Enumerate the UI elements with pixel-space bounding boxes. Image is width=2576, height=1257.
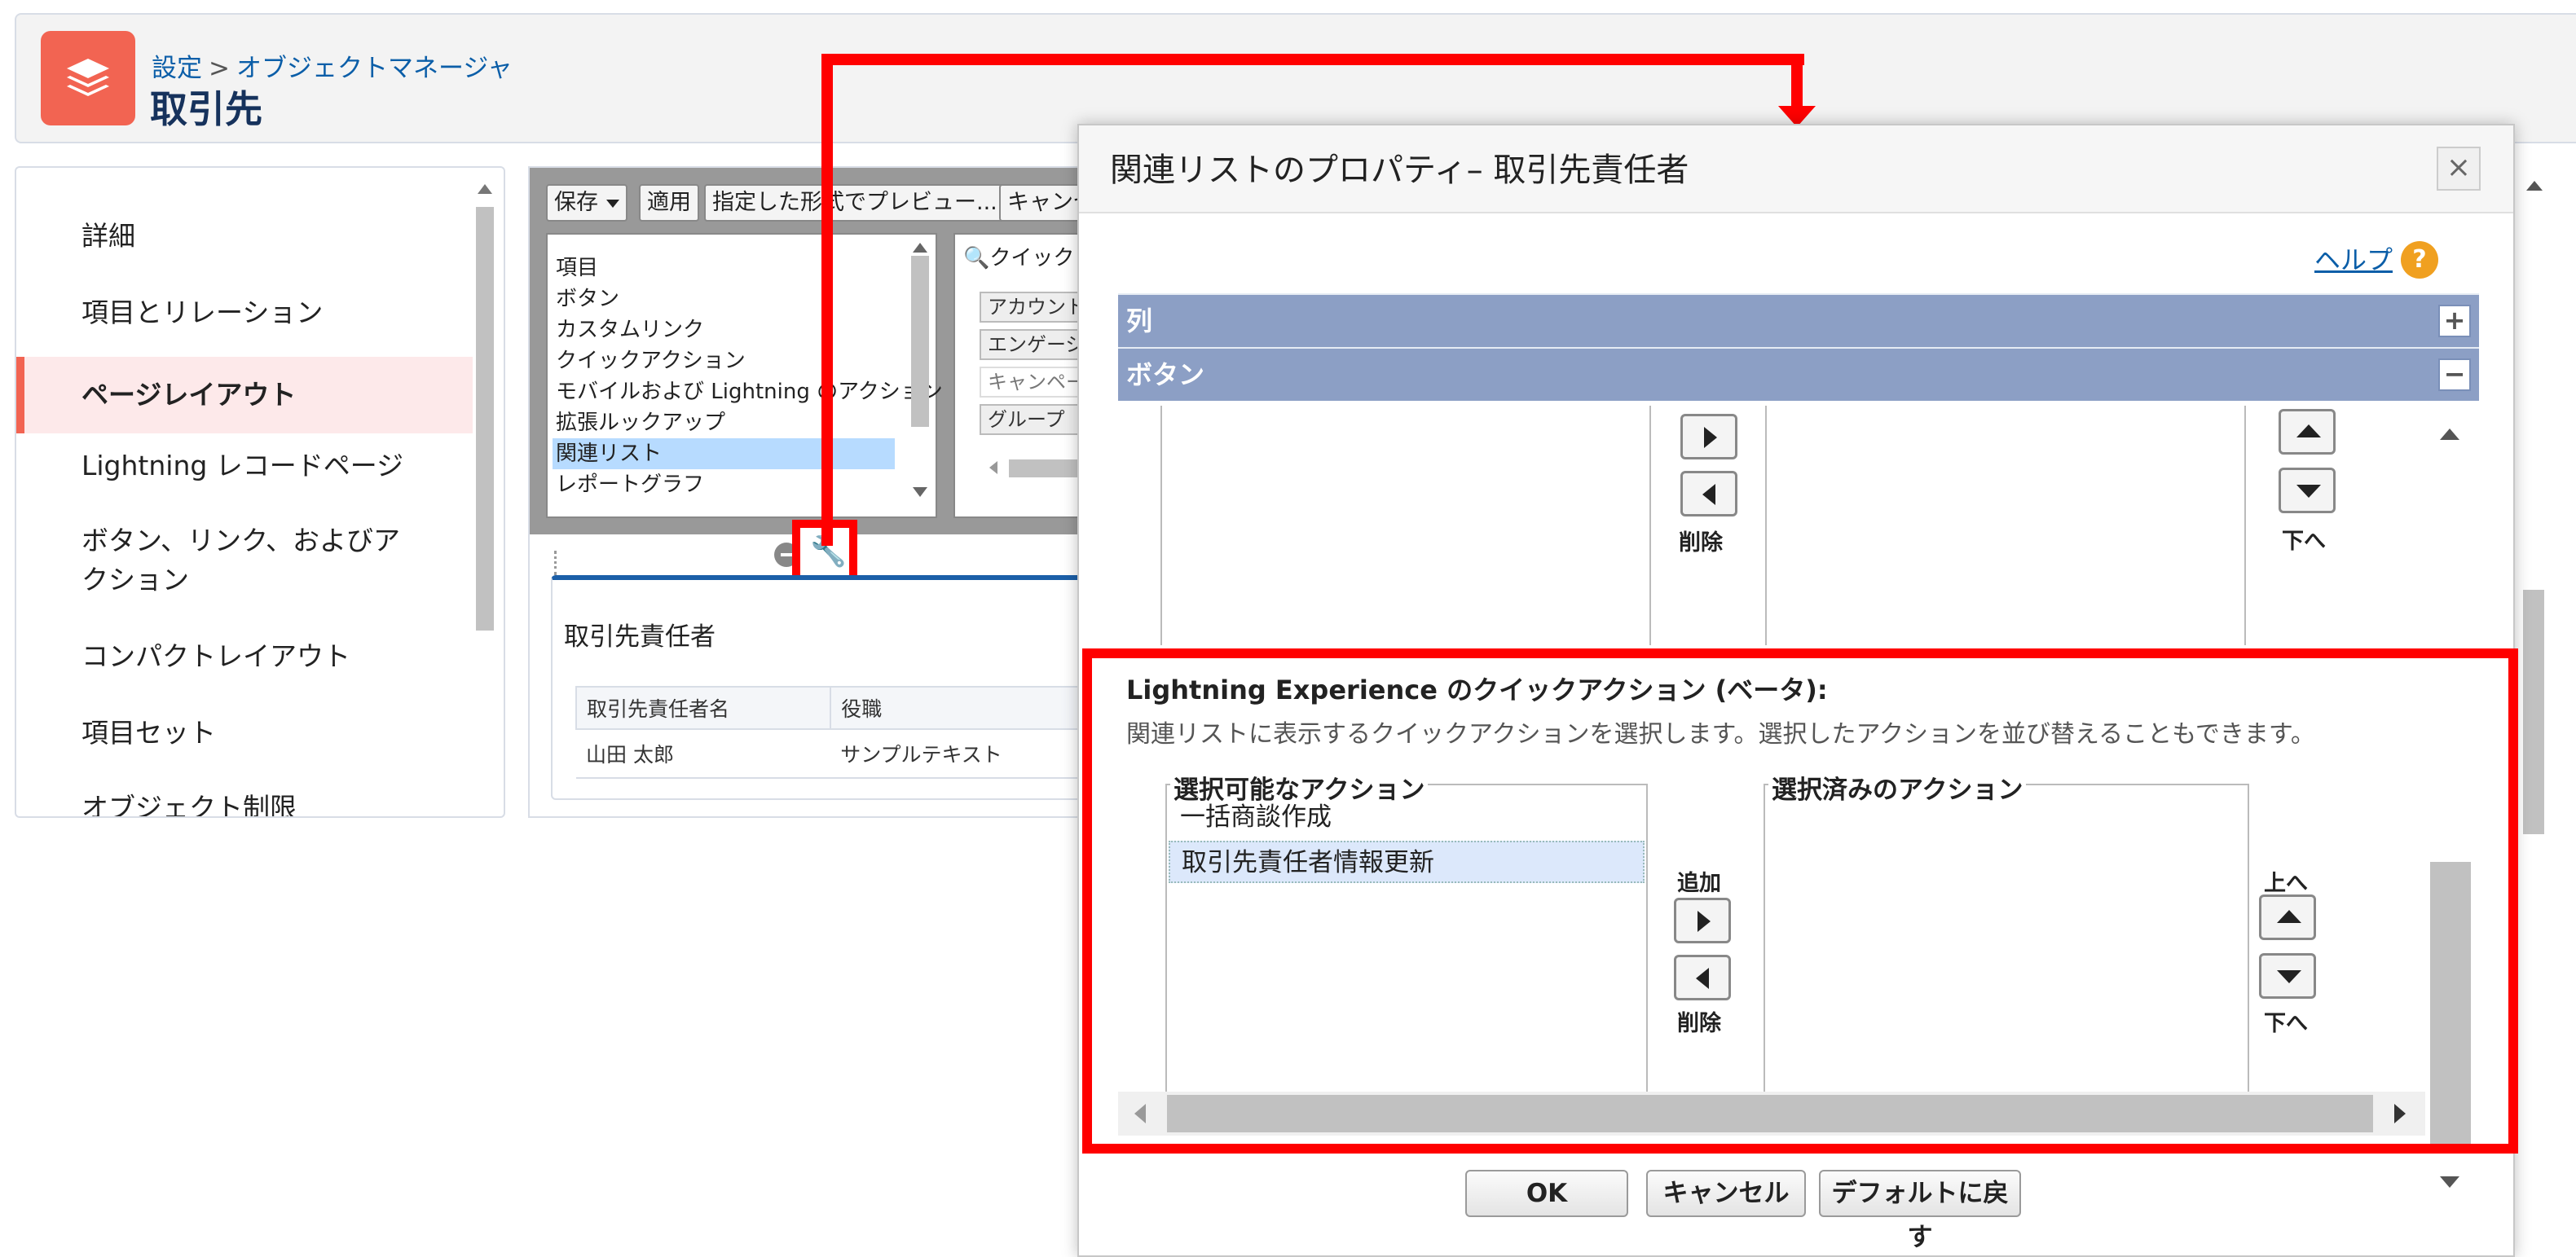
save-button[interactable]: 保存 [546, 184, 627, 222]
table-cell: 山田 太郎 [576, 729, 831, 779]
preview-as-button[interactable]: 指定した形式でプレビュー... [704, 184, 1027, 222]
quick-find-input[interactable]: 🔍クイック [963, 241, 1074, 271]
help-icon[interactable]: ? [2401, 241, 2438, 279]
object-sidebar: 詳細 項目とリレーション ページレイアウト Lightning レコードページ … [15, 166, 505, 818]
drag-handle-icon[interactable] [554, 551, 561, 575]
palette-item[interactable]: ボタン [553, 283, 895, 314]
breadcrumb-setup-link[interactable]: 設定 [152, 54, 202, 83]
breadcrumb-separator: > [209, 54, 230, 83]
annotation-arrow-horizontal [821, 54, 1804, 65]
layers-icon [41, 31, 135, 125]
quick-find-label: クイック [989, 246, 1075, 270]
sidebar-item-field-sets[interactable]: 項目セット [16, 714, 473, 753]
scroll-down-icon[interactable] [913, 487, 927, 497]
dialog-title: 関連リストのプロパティ– 取引先責任者 [1110, 152, 1689, 189]
scroll-up-icon[interactable] [478, 184, 492, 194]
dialog-header: 関連リストのプロパティ– 取引先責任者 × [1079, 125, 2513, 213]
cancel-button[interactable]: キャンセル [1646, 1170, 1806, 1217]
related-list-title: 取引先責任者 [564, 622, 716, 652]
palette-item[interactable]: レポートグラフ [553, 469, 895, 500]
related-list-card: 取引先責任者 取引先責任者名 役職 山田 太郎 サンプルテキスト [551, 575, 1097, 800]
arrow-left-icon [1702, 484, 1715, 505]
arrow-right-icon [1704, 427, 1717, 448]
related-list-table: 取引先責任者名 役職 山田 太郎 サンプルテキスト [575, 686, 1097, 779]
palette-item-selected[interactable]: 関連リスト [553, 438, 895, 469]
sidebar-item-page-layouts[interactable]: ページレイアウト [16, 357, 473, 433]
sidebar-item-details[interactable]: 詳細 [16, 217, 473, 256]
restore-defaults-button[interactable]: デフォルトに戻す [1819, 1170, 2021, 1252]
page-scroll-area [2515, 166, 2576, 834]
palette-item[interactable]: クイックアクション [553, 345, 895, 376]
scroll-thumb[interactable] [476, 207, 494, 631]
remove-label: 削除 [1679, 530, 1723, 556]
close-icon[interactable]: × [2437, 147, 2481, 191]
palette-item[interactable]: モバイルおよび Lightning のアクション [553, 376, 943, 407]
scroll-up-icon[interactable] [2440, 429, 2459, 440]
divider [1765, 406, 1767, 645]
dropdown-caret-icon [606, 199, 619, 208]
page-title: 取引先 [150, 87, 262, 131]
sidebar-item-object-limits[interactable]: オブジェクト制限 [16, 789, 473, 816]
divider [1160, 406, 1162, 645]
move-down-button[interactable] [2279, 468, 2336, 513]
apply-button[interactable]: 適用 [639, 184, 699, 222]
palette-item[interactable]: 拡張ルックアップ [553, 407, 895, 438]
table-row: 山田 太郎 サンプルテキスト [576, 729, 1097, 779]
page-scroll-thumb[interactable] [2523, 590, 2544, 834]
arrow-down-icon [2296, 485, 2321, 498]
expand-icon[interactable]: + [2438, 305, 2471, 337]
move-up-button[interactable] [2279, 409, 2336, 455]
sidebar-item-fields[interactable]: 項目とリレーション [16, 293, 473, 332]
add-button[interactable] [1680, 414, 1737, 459]
section-buttons[interactable]: ボタン − [1118, 347, 2479, 401]
sidebar-item-buttons-links-actions-cont[interactable]: クション [16, 560, 473, 600]
scroll-up-icon[interactable] [2526, 181, 2543, 191]
sidebar-item-buttons-links-actions[interactable]: ボタン、リンク、およびア [16, 521, 473, 560]
palette-category-list[interactable]: 項目 ボタン カスタムリンク クイックアクション モバイルおよび Lightni… [546, 233, 943, 518]
section-columns-label: 列 [1126, 305, 1153, 336]
sidebar-item-compact-layouts[interactable]: コンパクトレイアウト [16, 637, 473, 676]
move-down-label: 下へ [2282, 529, 2326, 554]
buttons-section-body: 削除 下へ [1160, 406, 2464, 645]
breadcrumb-object-manager-link[interactable]: オブジェクトマネージャ [236, 54, 513, 83]
annotation-arrow-drop [1791, 54, 1803, 111]
annotation-highlight-box [1082, 648, 2518, 1154]
collapse-icon[interactable]: − [2438, 358, 2471, 391]
palette-item[interactable]: 項目 [553, 253, 895, 283]
sidebar-scrollbar[interactable] [471, 174, 499, 816]
ok-button[interactable]: OK [1465, 1170, 1628, 1217]
scroll-left-icon[interactable] [989, 461, 997, 474]
breadcrumb: 設定 > オブジェクトマネージャ [152, 47, 513, 84]
column-header: 役職 [830, 686, 1097, 730]
palette-item[interactable]: カスタムリンク [553, 314, 895, 345]
table-cell: サンプルテキスト [830, 729, 1097, 779]
divider [2244, 406, 2246, 645]
preview-label: 指定した形式でプレビュー... [712, 190, 997, 215]
palette-scroll-thumb[interactable] [911, 256, 929, 427]
page-layout-editor: 保存 適用 指定した形式でプレビュー... キャンセ 項目 ボタン カスタムリン… [528, 166, 1099, 818]
arrow-up-icon [2296, 424, 2321, 437]
annotation-arrow-vertical [821, 57, 833, 546]
section-buttons-label: ボタン [1126, 359, 1205, 390]
save-label: 保存 [554, 190, 598, 215]
search-icon: 🔍 [963, 246, 990, 270]
divider [1649, 406, 1651, 645]
section-columns[interactable]: 列 + [1118, 293, 2479, 347]
scroll-up-icon[interactable] [913, 243, 927, 253]
scroll-down-icon[interactable] [2440, 1176, 2459, 1188]
remove-button[interactable] [1680, 471, 1737, 516]
table-header-row: 取引先責任者名 役職 [575, 686, 1097, 730]
sidebar-item-lightning-record-pages[interactable]: Lightning レコードページ [16, 446, 473, 486]
column-header: 取引先責任者名 [575, 686, 832, 730]
layout-palette: 保存 適用 指定した形式でプレビュー... キャンセ 項目 ボタン カスタムリン… [530, 168, 1097, 534]
help-link[interactable]: ヘルプ [2314, 240, 2393, 277]
